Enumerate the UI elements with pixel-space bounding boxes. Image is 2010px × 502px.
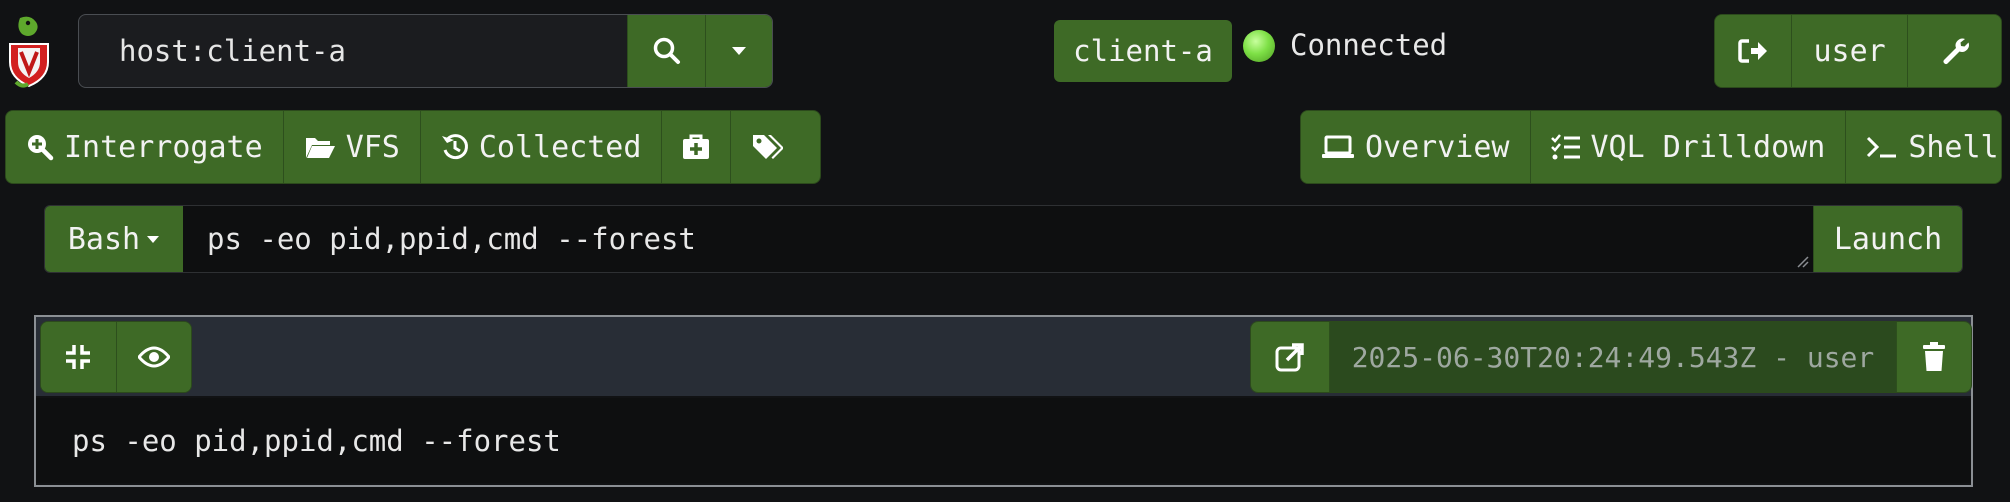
collected-label: Collected <box>478 129 642 165</box>
result-panel-header: 2025-06-30T20:24:49.543Z - user <box>36 317 1972 396</box>
shell-command-bar: Bash ps -eo pid,ppid,cmd --forest Launch <box>44 205 1963 273</box>
trash-icon <box>1922 342 1946 372</box>
medkit-icon <box>682 133 710 161</box>
user-menu-group: user <box>1714 14 2002 88</box>
search-dropdown-button[interactable] <box>705 15 772 87</box>
view-output-button[interactable] <box>116 322 191 392</box>
caret-down-icon <box>146 235 160 244</box>
terminal-icon <box>1866 135 1898 159</box>
interrogate-button[interactable]: Interrogate <box>6 111 284 183</box>
open-flow-button[interactable] <box>1251 322 1330 392</box>
eye-icon <box>137 346 170 368</box>
folder-open-icon <box>304 134 336 160</box>
connection-status-text: Connected <box>1290 28 1448 62</box>
shell-command-text: ps -eo pid,ppid,cmd --forest <box>207 222 696 256</box>
medkit-button[interactable] <box>662 111 732 183</box>
client-action-toolbar: Interrogate VFS Collected <box>5 110 821 184</box>
user-button[interactable]: user <box>1791 15 1909 87</box>
result-command-text: ps -eo pid,ppid,cmd --forest <box>36 398 1971 483</box>
shell-type-label: Bash <box>67 221 141 257</box>
result-timestamp: 2025-06-30T20:24:49.543Z - user <box>1329 322 1898 392</box>
vql-drilldown-label: VQL Drilldown <box>1590 129 1826 165</box>
velociraptor-logo[interactable] <box>6 14 52 88</box>
vql-drilldown-button[interactable]: VQL Drilldown <box>1530 111 1847 183</box>
collected-button[interactable]: Collected <box>420 111 663 183</box>
laptop-icon <box>1321 135 1355 159</box>
history-icon <box>441 133 469 161</box>
search-group <box>78 14 773 88</box>
sign-out-icon <box>1738 38 1768 64</box>
launch-button[interactable]: Launch <box>1813 206 1962 272</box>
connection-status-indicator <box>1243 30 1275 62</box>
wrench-icon <box>1940 36 1970 66</box>
shell-type-dropdown[interactable]: Bash <box>45 206 183 272</box>
vfs-button[interactable]: VFS <box>283 111 421 183</box>
interrogate-label: Interrogate <box>64 129 263 165</box>
result-controls-left <box>40 321 192 393</box>
collapse-button[interactable] <box>41 322 117 392</box>
compress-icon <box>64 343 92 371</box>
settings-button[interactable] <box>1908 15 2001 87</box>
tags-icon <box>751 133 784 161</box>
search-button[interactable] <box>627 15 705 87</box>
resize-grip-icon[interactable] <box>1795 254 1809 268</box>
search-plus-icon <box>26 133 54 161</box>
external-link-icon <box>1275 342 1305 372</box>
shell-result-panel: 2025-06-30T20:24:49.543Z - user ps -eo p… <box>34 315 1973 487</box>
labels-button[interactable] <box>731 111 804 183</box>
client-search-input[interactable] <box>79 15 627 87</box>
result-controls-right: 2025-06-30T20:24:49.543Z - user <box>1250 321 1972 393</box>
client-view-toolbar: Overview VQL Drilldown Shell <box>1300 110 2002 184</box>
overview-button[interactable]: Overview <box>1301 111 1531 183</box>
delete-result-button[interactable] <box>1897 322 1971 392</box>
caret-down-icon <box>731 46 747 56</box>
list-check-icon <box>1550 133 1581 161</box>
overview-label: Overview <box>1365 129 1510 165</box>
vfs-label: VFS <box>345 129 400 165</box>
search-icon <box>652 36 682 66</box>
shell-button[interactable]: Shell <box>1846 111 2001 183</box>
client-badge[interactable]: client-a <box>1054 20 1232 82</box>
shell-command-textarea[interactable]: ps -eo pid,ppid,cmd --forest <box>183 206 1813 272</box>
shell-label: Shell <box>1908 129 1999 165</box>
logout-button[interactable] <box>1715 15 1792 87</box>
